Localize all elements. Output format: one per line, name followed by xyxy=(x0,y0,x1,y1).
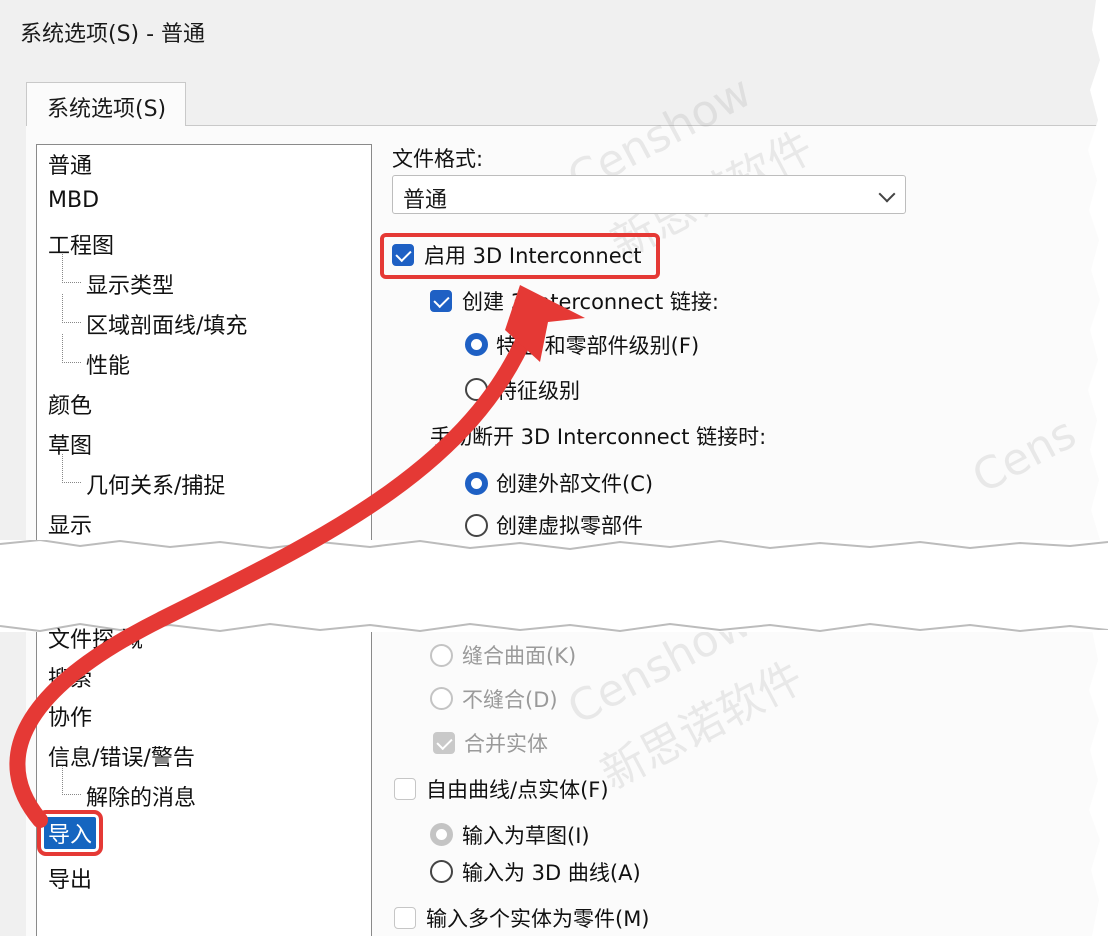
torn-edge xyxy=(1088,0,1108,936)
radio-no-knit[interactable] xyxy=(430,687,453,710)
tree-item-general[interactable]: 普通 xyxy=(48,148,92,180)
tree-item-export[interactable]: 导出 xyxy=(48,862,92,894)
radio-import-as-3d-curve[interactable] xyxy=(430,860,453,883)
multi-body-part-checkbox[interactable] xyxy=(394,907,416,929)
enable-3d-interconnect-checkbox[interactable] xyxy=(392,244,414,266)
manual-break-label: 手动断开 3D Interconnect 链接时: xyxy=(430,425,767,449)
radio-import-as-3d-curve-label: 输入为 3D 曲线(A) xyxy=(462,861,641,885)
title-bar: 系统选项(S) - 普通 xyxy=(0,0,1108,70)
radio-create-external-file[interactable] xyxy=(465,472,488,495)
tree-item-display[interactable]: 显示 xyxy=(48,508,92,540)
merge-bodies-checkbox[interactable] xyxy=(433,732,455,754)
tree-item-collaboration[interactable]: 协作 xyxy=(48,700,92,732)
tree-item-colors[interactable]: 颜色 xyxy=(48,388,92,420)
create-link-checkbox[interactable] xyxy=(430,290,452,312)
tab-system-options[interactable]: 系统选项(S) xyxy=(26,82,186,126)
create-link-label: 创建 3 Interconnect 链接: xyxy=(462,290,720,314)
enable-3d-interconnect-label: 启用 3D Interconnect xyxy=(424,244,642,268)
radio-import-as-sketch-label: 输入为草图(I) xyxy=(462,824,590,848)
merge-bodies-label: 合并实体 xyxy=(464,732,548,756)
tree-item-display-type[interactable]: 显示类型 xyxy=(61,254,174,300)
radio-create-external-file-label: 创建外部文件(C) xyxy=(496,472,654,496)
tree-item-performance[interactable]: 性能 xyxy=(61,334,130,380)
radio-feature-level-label: 特征级别 xyxy=(496,379,580,403)
window-title: 系统选项(S) - 普通 xyxy=(20,22,206,47)
radio-no-knit-label: 不缝合(D) xyxy=(462,688,558,712)
torn-gap xyxy=(0,540,1108,632)
tree-item-area-hatch[interactable]: 区域剖面线/填充 xyxy=(61,294,247,340)
radio-feature-and-part[interactable] xyxy=(465,333,488,356)
tree-item-search[interactable]: 搜索 xyxy=(48,661,92,693)
freeform-curves-label: 自由曲线/点实体(F) xyxy=(426,778,609,802)
multi-body-part-label: 输入多个实体为零件(M) xyxy=(426,907,650,931)
radio-feature-and-part-label: 特征 和零部件级别(F) xyxy=(496,334,700,358)
radio-create-virtual-component[interactable] xyxy=(465,514,488,537)
tree-item-mbd[interactable]: MBD xyxy=(48,188,99,213)
file-format-value: 普通 xyxy=(403,188,448,213)
radio-knit-surfaces-label: 缝合曲面(K) xyxy=(462,644,577,668)
freeform-curves-checkbox[interactable] xyxy=(394,778,416,800)
radio-knit-surfaces[interactable] xyxy=(430,644,453,667)
file-format-select[interactable]: 普通 xyxy=(392,175,906,214)
radio-create-virtual-component-label: 创建虚拟零部件 xyxy=(496,514,643,538)
tree-item-import[interactable]: 导入 xyxy=(36,810,104,856)
tree-item-drawings[interactable]: 工程图 xyxy=(48,228,114,260)
chevron-down-icon xyxy=(878,185,896,203)
radio-import-as-sketch[interactable] xyxy=(430,823,453,846)
tree-item-file-explorer[interactable]: 文件探 溉 xyxy=(48,622,143,654)
tree-item-dismissed-messages[interactable]: 解除的消息 xyxy=(61,766,196,812)
radio-feature-level[interactable] xyxy=(465,378,488,401)
tree-item-relations-snaps[interactable]: 几何关系/捕捉 xyxy=(61,454,225,500)
file-format-label: 文件格式: xyxy=(392,147,484,171)
